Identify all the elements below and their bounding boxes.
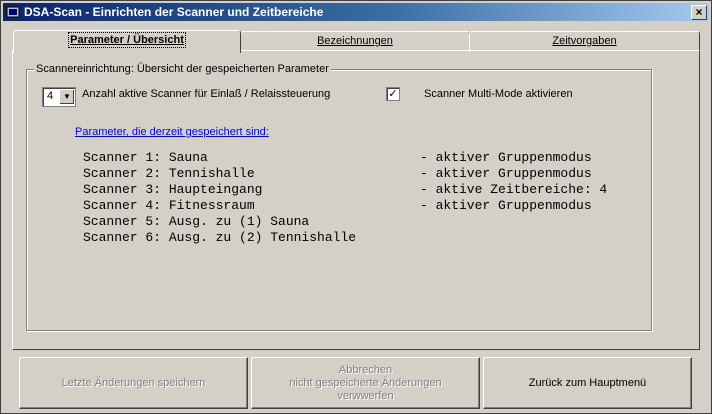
close-icon[interactable]: × bbox=[691, 5, 707, 20]
back-to-main-menu-label: Zurück zum Hauptmenü bbox=[528, 377, 647, 389]
cancel-changes-label: Abbrechen nicht gespeicherte Änderungen … bbox=[289, 363, 442, 402]
back-to-main-menu-button[interactable]: Zurück zum Hauptmenü bbox=[483, 357, 692, 409]
tab-bezeichnungen[interactable]: Bezeichnungen bbox=[240, 31, 470, 52]
title-bar: DSA-Scan - Einrichten der Scanner und Ze… bbox=[3, 3, 709, 21]
tab-label: Zeitvorgaben bbox=[552, 35, 617, 47]
tab-zeitvorgaben[interactable]: Zeitvorgaben bbox=[469, 31, 700, 52]
window-title: DSA-Scan - Einrichten der Scanner und Ze… bbox=[24, 5, 324, 19]
tab-parameter-uebersicht[interactable]: Parameter / Übersicht bbox=[13, 30, 241, 53]
cancel-changes-button[interactable]: Abbrechen nicht gespeicherte Änderungen … bbox=[251, 357, 480, 409]
app-icon bbox=[6, 6, 20, 18]
save-changes-label: Letzte Änderungen speichern bbox=[61, 376, 206, 389]
save-changes-button[interactable]: Letzte Änderungen speichern bbox=[19, 357, 248, 409]
tab-label: Parameter / Übersicht bbox=[68, 32, 186, 48]
tab-panel bbox=[12, 50, 700, 350]
tab-label: Bezeichnungen bbox=[317, 35, 393, 47]
